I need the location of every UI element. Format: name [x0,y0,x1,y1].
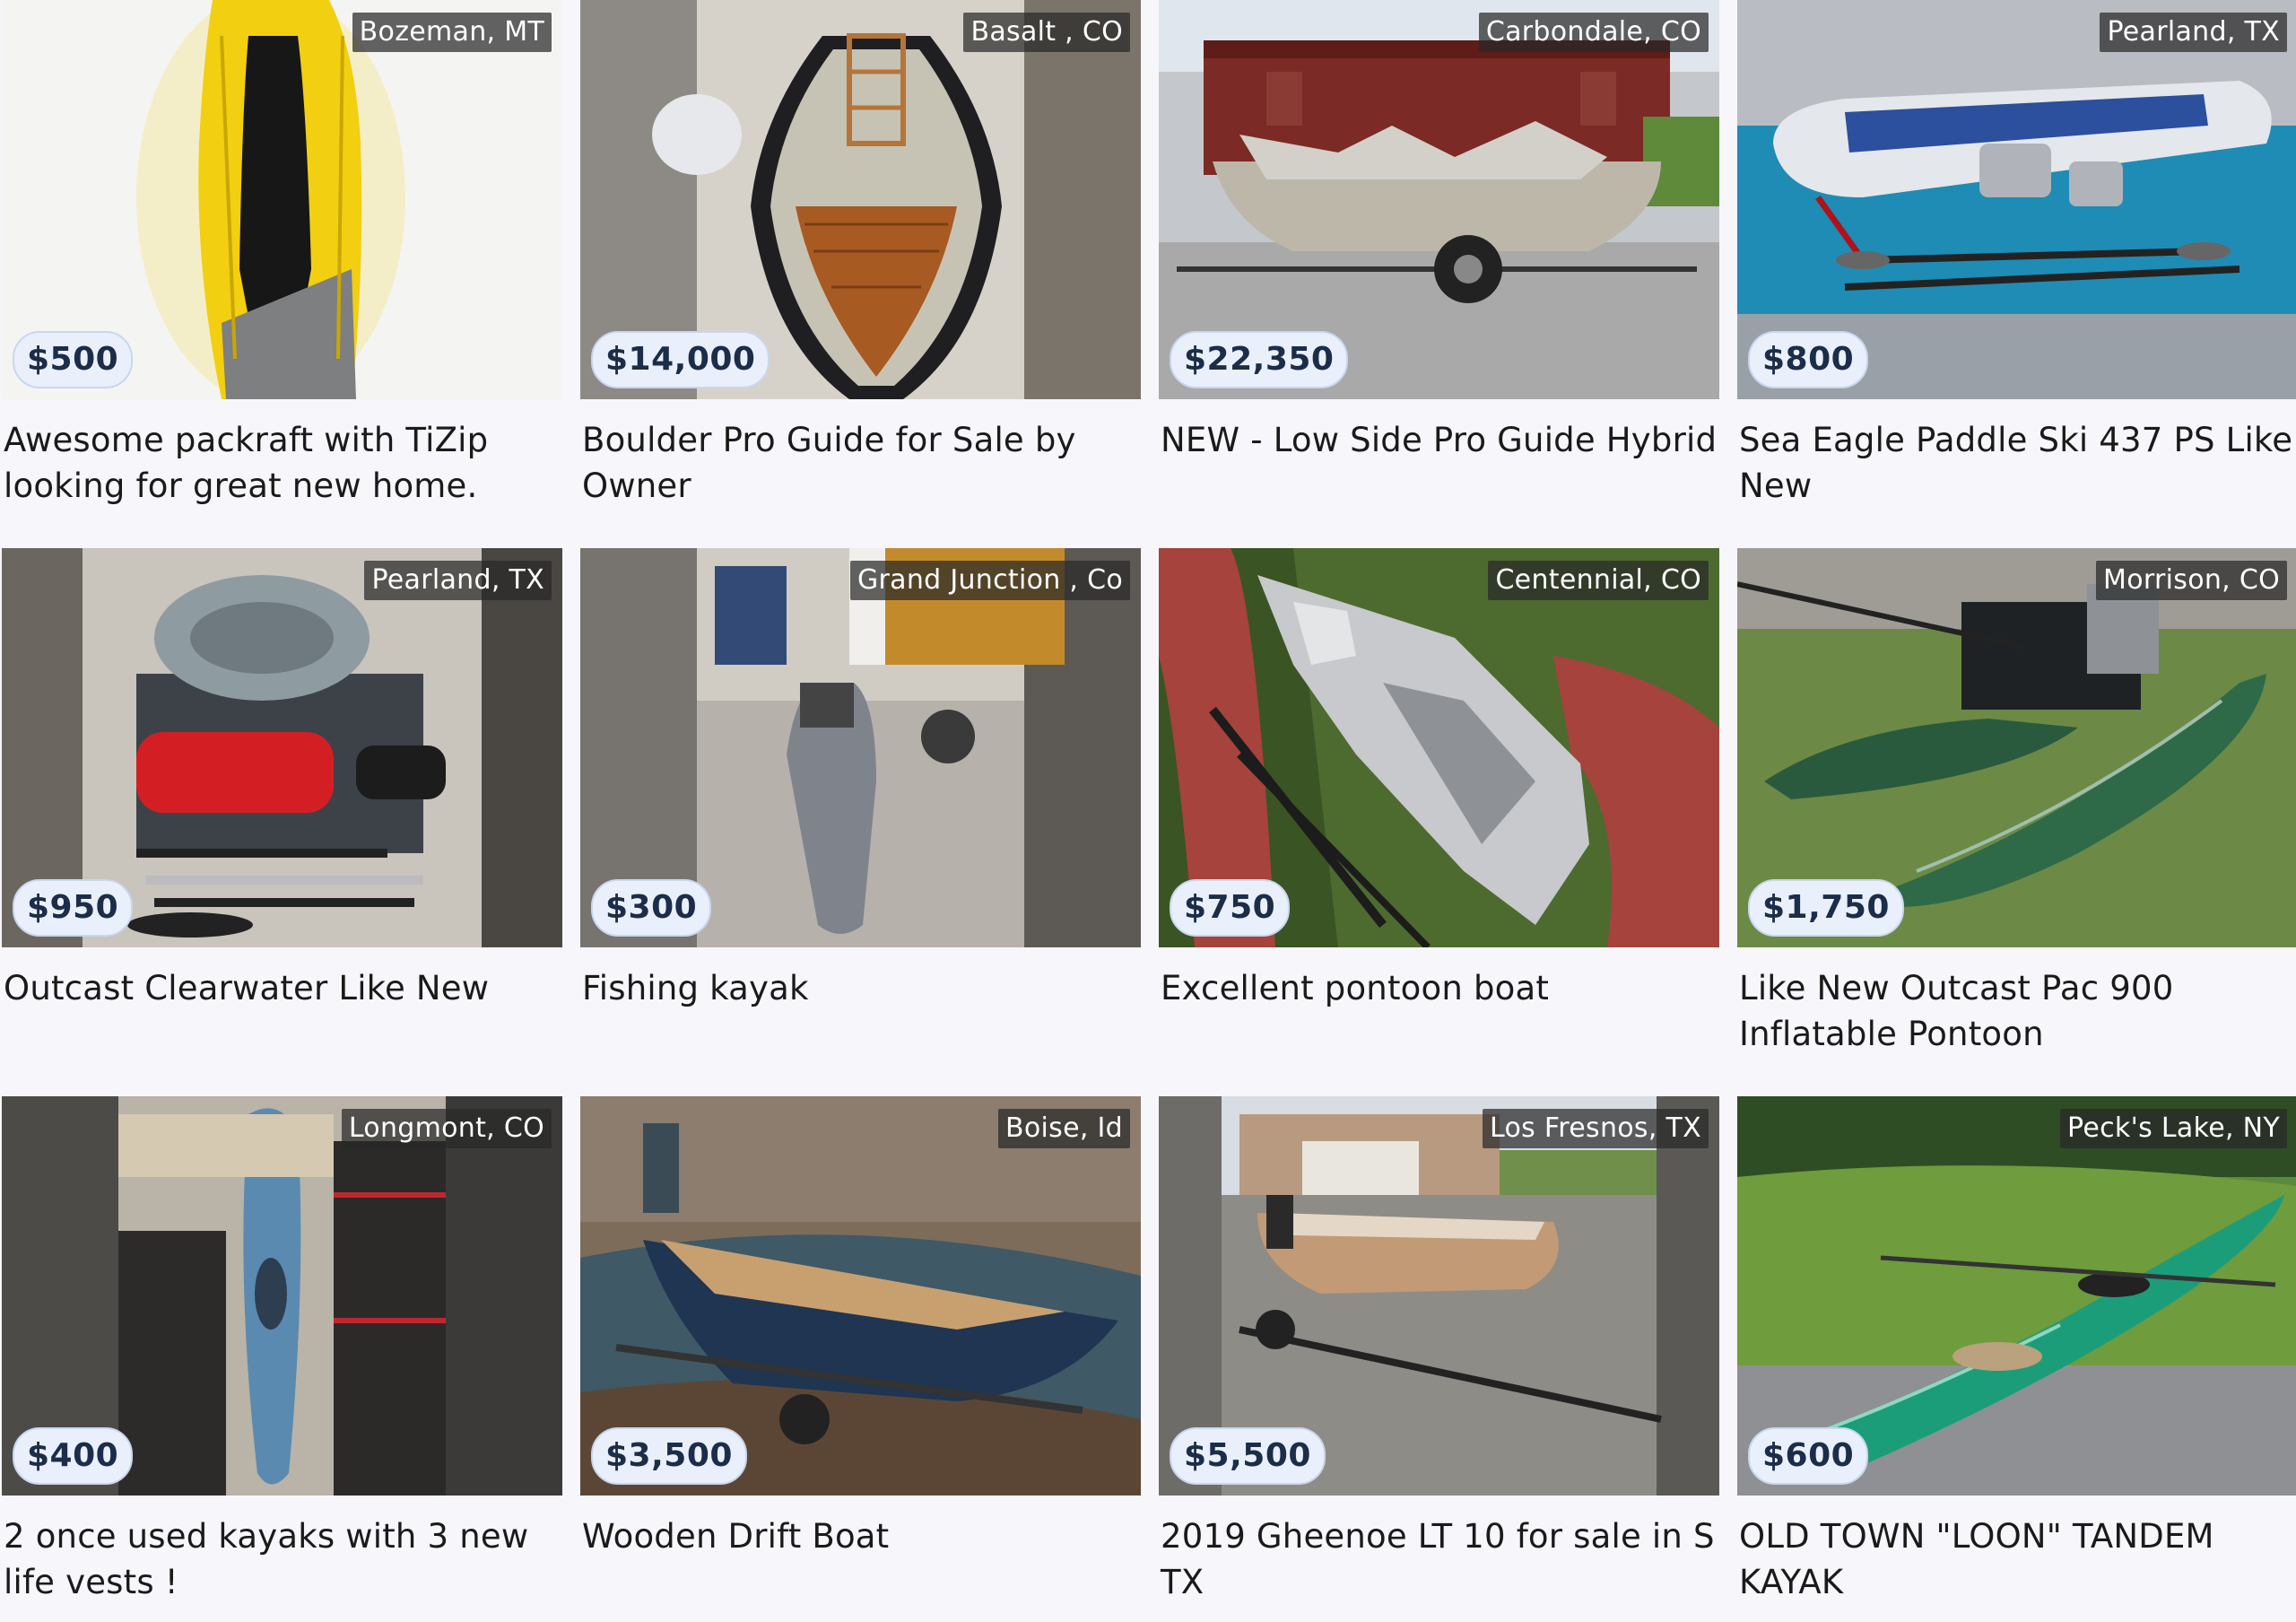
listing-price: $1,750 [1748,879,1904,937]
listing-title[interactable]: OLD TOWN "LOON" TANDEM KAYAK [1737,1513,2296,1605]
listing-price: $5,500 [1170,1427,1326,1485]
listing-title[interactable]: Boulder Pro Guide for Sale by Owner [580,417,1143,509]
listing-price: $950 [13,879,134,937]
listing-card[interactable]: Grand Junction , Co $300 Fishing kayak [580,548,1141,1096]
listing-title[interactable]: Sea Eagle Paddle Ski 437 PS Like New [1737,417,2296,509]
listing-photo[interactable]: Longmont, CO $400 [2,1096,562,1496]
listing-price: $500 [13,331,134,388]
listing-photo[interactable]: Boise, Id $3,500 [580,1096,1141,1496]
listing-price: $400 [13,1427,134,1485]
listing-grid: Bozeman, MT $500 Awesome packraft with T… [0,0,2296,1622]
listing-card[interactable]: Morrison, CO $1,750 Like New Outcast Pac… [1737,548,2296,1096]
listing-photo[interactable]: Bozeman, MT $500 [2,0,562,399]
listing-photo[interactable]: Grand Junction , Co $300 [580,548,1141,947]
listing-price: $3,500 [591,1427,747,1485]
listing-title[interactable]: Outcast Clearwater Like New [2,965,564,1011]
listing-photo[interactable]: Pearland, TX $800 [1737,0,2296,399]
listing-price: $22,350 [1170,331,1349,388]
listing-location: Bozeman, MT [352,13,552,52]
listing-photo[interactable]: Centennial, CO $750 [1159,548,1719,947]
listing-price: $750 [1170,879,1291,937]
listing-price: $800 [1748,331,1869,388]
listing-title[interactable]: Excellent pontoon boat [1159,965,1721,1011]
listing-card[interactable]: Basalt , CO $14,000 Boulder Pro Guide fo… [580,0,1141,548]
listing-card[interactable]: Longmont, CO $400 2 once used kayaks wit… [2,1096,562,1622]
listing-location: Boise, Id [997,1109,1130,1148]
listing-price: $600 [1748,1427,1869,1485]
listing-location: Grand Junction , Co [849,561,1130,600]
listing-price: $14,000 [591,331,770,388]
listing-title[interactable]: NEW - Low Side Pro Guide Hybrid [1159,417,1721,463]
listing-card[interactable]: Pearland, TX $800 Sea Eagle Paddle Ski 4… [1737,0,2296,548]
listing-title[interactable]: Wooden Drift Boat [580,1513,1143,1559]
listing-card[interactable]: Carbondale, CO $22,350 NEW - Low Side Pr… [1159,0,1719,548]
listing-photo[interactable]: Peck's Lake, NY $600 [1737,1096,2296,1496]
listing-location: Carbondale, CO [1478,13,1709,52]
listing-location: Longmont, CO [341,1109,552,1148]
listing-location: Pearland, TX [2100,13,2287,52]
listing-location: Centennial, CO [1488,561,1709,600]
listing-title[interactable]: 2019 Gheenoe LT 10 for sale in S TX [1159,1513,1721,1605]
listing-title[interactable]: 2 once used kayaks with 3 new life vests… [2,1513,564,1605]
listing-location: Morrison, CO [2096,561,2287,600]
listing-location: Pearland, TX [364,561,552,600]
listing-card[interactable]: Centennial, CO $750 Excellent pontoon bo… [1159,548,1719,1096]
listing-photo[interactable]: Basalt , CO $14,000 [580,0,1141,399]
listing-title[interactable]: Like New Outcast Pac 900 Inflatable Pont… [1737,965,2296,1057]
listing-title[interactable]: Fishing kayak [580,965,1143,1011]
listing-photo[interactable]: Pearland, TX $950 [2,548,562,947]
listing-photo[interactable]: Los Fresnos, TX $5,500 [1159,1096,1719,1496]
listing-location: Basalt , CO [963,13,1130,52]
listing-photo[interactable]: Morrison, CO $1,750 [1737,548,2296,947]
listing-card[interactable]: Pearland, TX $950 Outcast Clearwater Lik… [2,548,562,1096]
listing-photo[interactable]: Carbondale, CO $22,350 [1159,0,1719,399]
listing-card[interactable]: Peck's Lake, NY $600 OLD TOWN "LOON" TAN… [1737,1096,2296,1622]
listing-card[interactable]: Bozeman, MT $500 Awesome packraft with T… [2,0,562,548]
listing-location: Peck's Lake, NY [2060,1109,2287,1148]
listing-location: Los Fresnos, TX [1483,1109,1709,1148]
listing-title[interactable]: Awesome packraft with TiZip looking for … [2,417,564,509]
listing-card[interactable]: Boise, Id $3,500 Wooden Drift Boat [580,1096,1141,1622]
listing-card[interactable]: Los Fresnos, TX $5,500 2019 Gheenoe LT 1… [1159,1096,1719,1622]
listing-price: $300 [591,879,712,937]
